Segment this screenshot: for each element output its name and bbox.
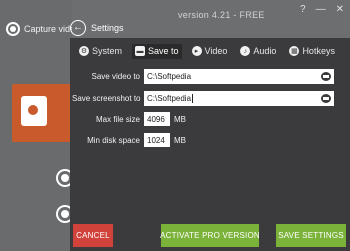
max-file-size-input[interactable]: 4096 [144,112,170,126]
browse-folder-icon[interactable] [321,72,331,81]
activate-pro-button[interactable]: ACTIVATE PRO VERSION [160,224,260,247]
browse-folder-icon[interactable] [321,94,331,103]
gear-icon: ⚙ [79,46,89,56]
save-settings-button[interactable]: SAVE SETTINGS [276,224,346,247]
min-disk-space-input[interactable]: 1024 [144,133,170,147]
save-screenshot-row: Save screenshot to C:\Softpedia [72,91,334,106]
tab-system[interactable]: ⚙ System [76,44,125,59]
camera-icon [21,96,47,126]
tab-label: Video [204,46,228,56]
app-logo [12,84,72,142]
save-screenshot-path-field[interactable]: C:\Softpedia [144,91,334,106]
tab-audio[interactable]: ♪ Audio [237,44,279,59]
settings-header: ← Settings [70,18,124,38]
max-file-size-label: Max file size [95,114,140,124]
min-disk-space-unit: MB [174,135,186,145]
tab-save-to[interactable]: ▬ Save to [132,43,182,59]
record-icon [6,22,20,36]
tab-label: Save to [148,46,179,56]
capture-video-button[interactable]: Capture video [6,19,72,39]
settings-tabs: ⚙ System ▬ Save to ▸ Video ♪ Audio ▦ Hot… [76,43,338,59]
max-file-size-unit: MB [174,114,186,124]
text-cursor [192,94,194,103]
save-screenshot-label: Save screenshot to [72,94,141,103]
capture-video-label: Capture video [24,24,72,34]
save-video-label: Save video to [91,72,140,81]
save-video-path-value: C:\Softpedia [147,72,192,81]
save-screenshot-path-value: C:\Softpedia [147,94,192,103]
settings-title: Settings [91,23,124,33]
tab-label: System [92,46,123,56]
min-disk-space-label: Min disk space [87,135,140,145]
minimize-icon[interactable]: — [316,4,326,15]
help-icon[interactable]: ? [300,4,306,15]
version-label: version 4.21 - FREE [178,10,265,20]
window-controls: ? — ✕ [300,0,350,18]
back-arrow-icon[interactable]: ← [70,20,86,36]
tab-video[interactable]: ▸ Video [189,44,231,59]
save-video-row: Save video to C:\Softpedia [72,69,334,84]
tab-label: Audio [253,46,277,56]
tab-hotkeys[interactable]: ▦ Hotkeys [286,44,338,59]
min-disk-space-row: Min disk space 1024 MB [72,133,186,147]
tab-label: Hotkeys [302,46,335,56]
video-icon: ▸ [191,46,202,56]
close-icon[interactable]: ✕ [336,4,344,15]
save-video-path-field[interactable]: C:\Softpedia [144,69,334,84]
keyboard-icon: ▦ [289,46,300,56]
cancel-button[interactable]: CANCEL [73,224,113,247]
max-file-size-row: Max file size 4096 MB [72,112,186,126]
folder-icon: ▬ [135,46,146,56]
audio-icon: ♪ [240,46,251,56]
